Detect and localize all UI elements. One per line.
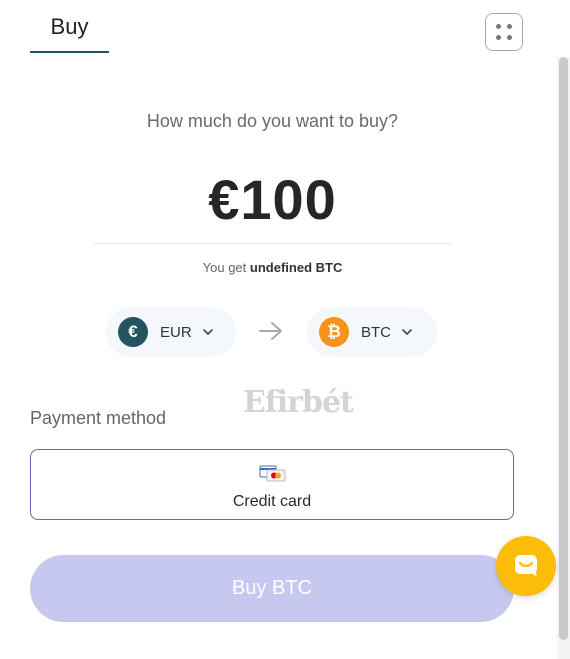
grid-dots-icon [496, 24, 512, 40]
chat-button[interactable] [496, 536, 556, 596]
tab-active-indicator [30, 51, 109, 53]
you-get-prefix: You get [202, 260, 247, 275]
bitcoin-coin-icon: ₿ [319, 317, 349, 347]
buy-button[interactable]: Buy BTC [30, 555, 514, 622]
payment-method-label: Payment method [30, 408, 167, 428]
arrow-right-icon [259, 322, 282, 340]
payment-method-credit-card[interactable]: Credit card [30, 449, 514, 520]
chevron-down-icon [402, 329, 412, 335]
watermark: Efirbét [243, 385, 354, 420]
currency-to-label: BTC [361, 323, 391, 341]
amount-question: How much do you want to buy? [146, 111, 399, 131]
tab-buy[interactable]: Buy [30, 14, 109, 54]
currency-select-to[interactable]: ₿ BTC [307, 307, 437, 357]
menu-button[interactable] [485, 13, 523, 51]
payment-method-name: Credit card [232, 493, 312, 510]
currency-from-label: EUR [160, 323, 192, 341]
chat-bubble-icon [515, 555, 537, 577]
amount-divider [93, 243, 453, 244]
euro-coin-icon: € [118, 317, 148, 347]
chevron-down-icon [202, 329, 213, 335]
credit-card-icon [259, 465, 286, 482]
you-get-text: You get undefined BTC [0, 260, 545, 275]
amount-value[interactable]: €100 [0, 167, 545, 232]
scrollbar-thumb[interactable] [559, 57, 568, 640]
you-get-value: undefined BTC [249, 260, 343, 275]
currency-select-from[interactable]: € EUR [106, 307, 236, 357]
